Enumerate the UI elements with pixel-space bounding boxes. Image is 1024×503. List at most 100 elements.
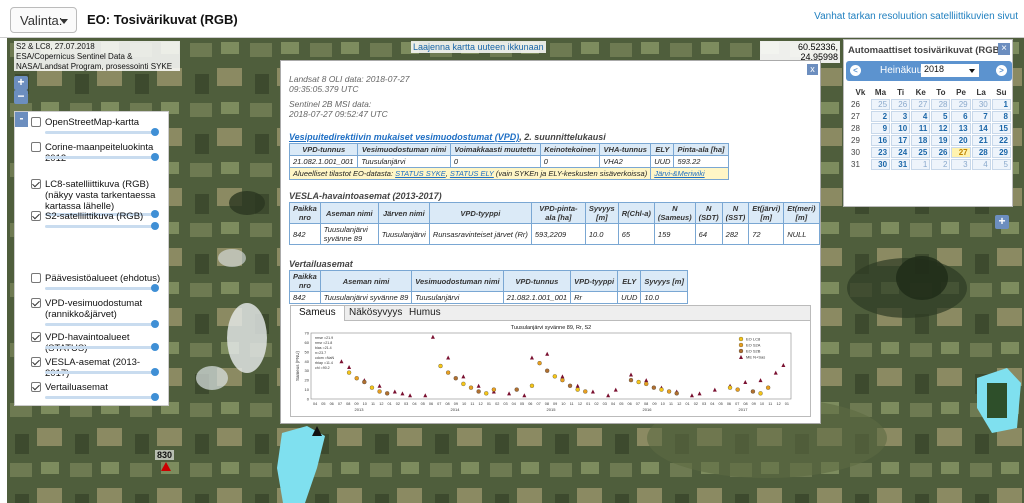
calendar-day[interactable]: 3 [891, 111, 911, 122]
opacity-slider[interactable] [45, 128, 159, 136]
calendar-day[interactable]: 8 [991, 111, 1011, 122]
calendar-day[interactable]: 11 [911, 123, 931, 134]
calendar-day[interactable]: 23 [870, 147, 891, 158]
collapse-layers-button[interactable]: - [15, 112, 28, 127]
calendar-day[interactable]: 2 [870, 111, 891, 122]
slider-handle[interactable] [151, 320, 159, 328]
calendar-day[interactable]: 26 [931, 147, 951, 158]
opacity-slider[interactable] [45, 368, 159, 376]
opacity-slider[interactable] [45, 284, 159, 292]
calendar-day[interactable]: 25 [870, 99, 891, 110]
vpd-heading-link[interactable]: Vesipuitedirektiivin mukaiset vesimuodos… [289, 132, 519, 142]
calendar-day[interactable]: 5 [991, 159, 1011, 170]
close-popup-button[interactable]: x [807, 64, 818, 75]
calendar-day[interactable]: 5 [931, 111, 951, 122]
tab-sameus[interactable]: Sameus [291, 306, 345, 321]
x-tick-label: 02 [694, 402, 698, 406]
calendar-day[interactable]: 2 [931, 159, 951, 170]
tab-humus[interactable]: Humus [401, 306, 449, 321]
prev-month-button[interactable]: < [850, 65, 861, 76]
calendar-day[interactable]: 7 [971, 111, 991, 122]
calendar-day[interactable]: 3 [951, 159, 971, 170]
calendar-day[interactable]: 29 [991, 147, 1011, 158]
valinta-select[interactable]: Valinta: [10, 7, 77, 33]
weekday-header: Ke [915, 87, 926, 97]
layer-checkbox[interactable] [31, 117, 41, 127]
calendar-day[interactable]: 9 [870, 123, 891, 134]
layer-checkbox[interactable] [31, 142, 41, 152]
calendar-day[interactable]: 14 [971, 123, 991, 134]
opacity-slider[interactable] [45, 393, 159, 401]
week-number: 28 [851, 123, 870, 134]
status-syke-link[interactable]: STATUS SYKE [395, 169, 446, 178]
slider-handle[interactable] [151, 343, 159, 351]
layer-checkbox[interactable] [31, 357, 41, 367]
calendar-day[interactable]: 15 [991, 123, 1011, 134]
calendar-day[interactable]: 28 [931, 99, 951, 110]
opacity-slider[interactable] [45, 222, 159, 230]
calendar-day[interactable]: 25 [911, 147, 931, 158]
zoom-out-button[interactable]: − [14, 90, 28, 104]
calendar-day[interactable]: 27 [951, 147, 971, 158]
opacity-slider[interactable] [45, 153, 159, 161]
old-satellite-pages-link[interactable]: Vanhat tarkan resoluution satelliittikuv… [814, 11, 1018, 22]
calendar-day[interactable]: 29 [951, 99, 971, 110]
calendar-day[interactable]: 1 [911, 159, 931, 170]
slider-handle[interactable] [151, 368, 159, 376]
calendar-day[interactable]: 13 [951, 123, 971, 134]
zoom-in-button[interactable]: + [14, 76, 28, 90]
data-point-eo [346, 370, 352, 375]
layer-checkbox[interactable] [31, 332, 41, 342]
turbidity-chart: Tuusulanjärvi syvänne 89, Rr, S2 Sameus (… [295, 325, 792, 412]
calendar-day[interactable]: 10 [891, 123, 911, 134]
calendar-day[interactable]: 19 [931, 135, 951, 146]
layer-checkbox[interactable] [31, 179, 41, 189]
calendar-day[interactable]: 17 [891, 135, 911, 146]
slider-handle[interactable] [151, 153, 159, 161]
calendar-day[interactable]: 30 [870, 159, 891, 170]
status-ely-link[interactable]: STATUS ELY [450, 169, 494, 178]
slider-handle[interactable] [151, 222, 159, 230]
year-select[interactable]: 2018 [921, 64, 979, 77]
x-tick-label: 03 [503, 402, 507, 406]
x-tick-label: 11 [768, 402, 772, 406]
next-month-button[interactable]: > [996, 65, 1007, 76]
calendar-day[interactable]: 28 [971, 147, 991, 158]
calendar-day[interactable]: 4 [911, 111, 931, 122]
opacity-slider[interactable] [45, 343, 159, 351]
jarvi-meriwiki-link[interactable]: Järvi-&Meriwiki [654, 169, 704, 178]
calendar-day[interactable]: 18 [911, 135, 931, 146]
calendar-day[interactable]: 24 [891, 147, 911, 158]
legend-label: ME N+Sas [746, 355, 765, 360]
layer-checkbox[interactable] [31, 298, 41, 308]
calendar-day[interactable]: 21 [971, 135, 991, 146]
x-tick-label: 09 [752, 402, 756, 406]
layer-checkbox[interactable] [31, 382, 41, 392]
calendar-day[interactable]: 4 [971, 159, 991, 170]
calendar-day[interactable]: 31 [891, 159, 911, 170]
close-calendar-button[interactable]: × [998, 43, 1010, 55]
calendar-day[interactable]: 16 [870, 135, 891, 146]
table-cell: VHA2 [599, 155, 652, 168]
calendar-day[interactable]: 26 [891, 99, 911, 110]
enlarge-map-link[interactable]: Laajenna kartta uuteen ikkunaan [411, 41, 546, 53]
calendar-day[interactable]: 20 [951, 135, 971, 146]
tab-nakosyvyys[interactable]: Näkösyvyys [341, 306, 410, 321]
calendar-day[interactable]: 6 [951, 111, 971, 122]
data-point-eo [628, 377, 634, 383]
x-tick-label: 07 [636, 402, 640, 406]
opacity-slider[interactable] [45, 320, 159, 328]
calendar-day[interactable]: 22 [991, 135, 1011, 146]
slider-handle[interactable] [151, 128, 159, 136]
map-marker[interactable]: 830 [155, 450, 177, 474]
layer-checkbox[interactable] [31, 211, 41, 221]
calendar-day[interactable]: 30 [971, 99, 991, 110]
calendar-day[interactable]: 27 [911, 99, 931, 110]
slider-handle[interactable] [151, 284, 159, 292]
expand-panel-button[interactable]: + [995, 215, 1009, 229]
slider-handle[interactable] [151, 393, 159, 401]
layer-checkbox[interactable] [31, 273, 41, 283]
column-header: VPD-pinta-ala [ha] [530, 202, 586, 224]
calendar-day[interactable]: 12 [931, 123, 951, 134]
calendar-day[interactable]: 1 [991, 99, 1011, 110]
